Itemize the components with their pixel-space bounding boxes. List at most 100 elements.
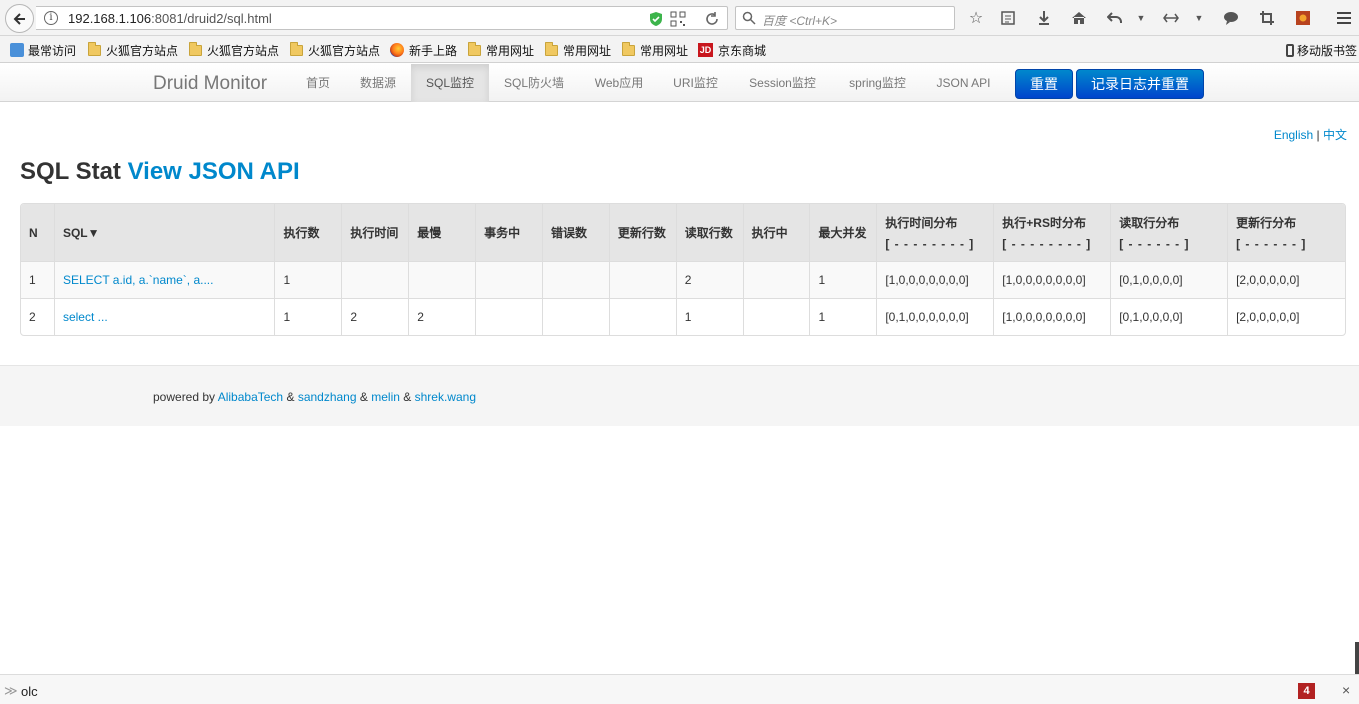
prompt-icon: ≫ bbox=[4, 683, 18, 698]
bookmark-item[interactable]: 常用网址 bbox=[545, 41, 611, 58]
bookmark-item[interactable]: 火狐官方站点 bbox=[189, 41, 280, 58]
column-header-exec-dist[interactable]: 执行时间分布 [ - - - - - - - - ] bbox=[876, 204, 994, 261]
reload-icon[interactable] bbox=[704, 11, 720, 27]
shield-icon[interactable] bbox=[648, 11, 664, 27]
page-title-text: SQL Stat bbox=[20, 158, 121, 185]
footer: powered by AlibabaTech & sandzhang & mel… bbox=[0, 365, 1359, 426]
column-header-fetched-rows[interactable]: 读取行数 bbox=[675, 204, 743, 261]
nav-item-web-app[interactable]: Web应用 bbox=[582, 64, 656, 102]
close-icon[interactable]: × bbox=[1342, 682, 1350, 698]
reset-button[interactable]: 重置 bbox=[1015, 69, 1073, 99]
column-header-exec-time[interactable]: 执行时间 bbox=[341, 204, 409, 261]
column-header-running[interactable]: 执行中 bbox=[742, 204, 810, 261]
bookmark-item[interactable]: 火狐官方站点 bbox=[290, 41, 381, 58]
bookmark-item[interactable]: 新手上路 bbox=[390, 42, 457, 58]
addon-icon[interactable] bbox=[1293, 8, 1313, 28]
cell-n: 1 bbox=[21, 261, 54, 298]
footer-link-alibabatech[interactable]: AlibabaTech bbox=[218, 390, 283, 404]
recent-icon bbox=[10, 43, 24, 57]
lang-chinese-link[interactable]: 中文 bbox=[1323, 128, 1347, 142]
column-header-max-concurrent[interactable]: 最大并发 bbox=[809, 204, 877, 261]
bookmark-item[interactable]: JD 京东商城 bbox=[698, 42, 766, 58]
url-bar[interactable]: i 192.168.1.106:8081/druid2/sql.html bbox=[36, 6, 728, 30]
chevron-down-icon[interactable]: ▼ bbox=[1189, 8, 1209, 28]
cell-exec-dist: [1,0,0,0,0,0,0,0] bbox=[876, 261, 994, 298]
command-input[interactable]: olc bbox=[21, 684, 38, 699]
crop-icon[interactable] bbox=[1257, 8, 1277, 28]
column-header-exec-rs-dist[interactable]: 执行+RS时分布 [ - - - - - - - - ] bbox=[993, 204, 1111, 261]
folder-icon bbox=[189, 41, 202, 56]
url-text[interactable]: 192.168.1.106:8081/druid2/sql.html bbox=[68, 11, 272, 26]
header-label: 更新行分布 bbox=[1236, 216, 1297, 230]
bookmarks-bar: 最常访问 火狐官方站点 火狐官方站点 火狐官方站点 新手上路 常用网址 常用网址… bbox=[0, 36, 1359, 63]
folder-icon bbox=[468, 41, 481, 56]
column-header-slowest[interactable]: 最慢 bbox=[408, 204, 476, 261]
cell-fetched-rows: 2 bbox=[675, 261, 743, 298]
header-label: 执行+RS时分布 bbox=[1002, 216, 1086, 230]
footer-credits: powered by AlibabaTech & sandzhang & mel… bbox=[153, 390, 476, 404]
chevron-down-icon[interactable]: ▼ bbox=[1131, 8, 1151, 28]
bookmark-item[interactable]: 常用网址 bbox=[622, 41, 688, 58]
download-icon[interactable] bbox=[1034, 8, 1054, 28]
bookmark-item[interactable]: 常用网址 bbox=[468, 41, 534, 58]
sql-link[interactable]: SELECT a.id, a.`name`, a.... bbox=[63, 273, 214, 287]
column-header-sql[interactable]: SQL▼ bbox=[53, 204, 275, 261]
back-button[interactable] bbox=[5, 4, 34, 33]
chat-icon[interactable] bbox=[1221, 8, 1241, 28]
sql-link[interactable]: select ... bbox=[63, 310, 108, 324]
bookmark-label: 最常访问 bbox=[28, 43, 77, 58]
column-header-exec-count[interactable]: 执行数 bbox=[274, 204, 342, 261]
view-json-api-link[interactable]: View JSON API bbox=[128, 158, 300, 185]
notification-badge[interactable]: 4 bbox=[1298, 683, 1315, 699]
footer-link-shrek-wang[interactable]: shrek.wang bbox=[415, 390, 476, 404]
lang-english-link[interactable]: English bbox=[1274, 128, 1313, 142]
extension-icon[interactable] bbox=[1161, 8, 1181, 28]
column-header-n[interactable]: N bbox=[21, 204, 54, 261]
nav-item-sql[interactable]: SQL监控 bbox=[411, 64, 489, 102]
nav-item-spring[interactable]: spring监控 bbox=[835, 64, 920, 102]
site-info-icon[interactable]: i bbox=[44, 11, 58, 25]
bookmark-star-icon[interactable]: ☆ bbox=[966, 8, 986, 28]
header-sub: [ - - - - - - - - ] bbox=[885, 237, 975, 251]
footer-link-melin[interactable]: melin bbox=[371, 390, 400, 404]
table-row: 2 select ... 1 2 2 1 1 [0,1,0,0,0,0,0,0]… bbox=[21, 298, 1345, 335]
reading-list-icon[interactable] bbox=[998, 8, 1018, 28]
cell-slowest: 2 bbox=[408, 298, 476, 335]
qr-code-icon[interactable] bbox=[670, 11, 686, 27]
menu-icon[interactable] bbox=[1334, 8, 1354, 28]
footer-link-sandzhang[interactable]: sandzhang bbox=[298, 390, 357, 404]
log-and-reset-button[interactable]: 记录日志并重置 bbox=[1076, 69, 1204, 99]
bookmark-item[interactable]: 火狐官方站点 bbox=[88, 41, 178, 58]
bookmark-label: 火狐官方站点 bbox=[308, 43, 381, 58]
cell-exec-time: 2 bbox=[341, 298, 409, 335]
nav-item-home[interactable]: 首页 bbox=[293, 64, 343, 102]
cell-sql: SELECT a.id, a.`name`, a.... bbox=[53, 261, 275, 298]
column-header-update-dist[interactable]: 更新行分布 [ - - - - - - ] bbox=[1227, 204, 1345, 261]
undo-icon[interactable] bbox=[1105, 8, 1125, 28]
column-header-updated-rows[interactable]: 更新行数 bbox=[608, 204, 676, 261]
nav-item-wall[interactable]: SQL防火墙 bbox=[491, 64, 577, 102]
search-bar[interactable]: 百度 <Ctrl+K> bbox=[735, 6, 955, 30]
folder-icon bbox=[290, 41, 303, 56]
scrollbar-handle[interactable] bbox=[1355, 642, 1359, 674]
nav-item-json-api[interactable]: JSON API bbox=[927, 64, 1000, 102]
brand[interactable]: Druid Monitor bbox=[153, 73, 267, 95]
browser-toolbar: i 192.168.1.106:8081/druid2/sql.html 百度 … bbox=[0, 0, 1359, 36]
nav-item-uri[interactable]: URI监控 bbox=[662, 64, 729, 102]
bookmark-item[interactable]: 最常访问 bbox=[10, 42, 76, 58]
column-header-fetch-dist[interactable]: 读取行分布 [ - - - - - - ] bbox=[1110, 204, 1228, 261]
nav-item-session[interactable]: Session监控 bbox=[736, 64, 829, 102]
folder-icon bbox=[545, 41, 558, 56]
cell-slowest bbox=[408, 261, 476, 298]
bookmark-label: 火狐官方站点 bbox=[207, 43, 280, 58]
url-host: 192.168.1.106 bbox=[68, 11, 152, 26]
footer-prefix: powered by bbox=[153, 390, 216, 404]
cell-sql: select ... bbox=[53, 298, 275, 335]
footer-amp: & bbox=[403, 390, 412, 404]
mobile-bookmarks[interactable]: 移动版书签 bbox=[1286, 42, 1357, 58]
column-header-errors[interactable]: 错误数 bbox=[541, 204, 609, 261]
command-bar: ≫ olc 4 × bbox=[0, 674, 1359, 704]
home-icon[interactable] bbox=[1069, 8, 1089, 28]
nav-item-datasource[interactable]: 数据源 bbox=[347, 64, 409, 102]
column-header-in-tx[interactable]: 事务中 bbox=[475, 204, 542, 261]
